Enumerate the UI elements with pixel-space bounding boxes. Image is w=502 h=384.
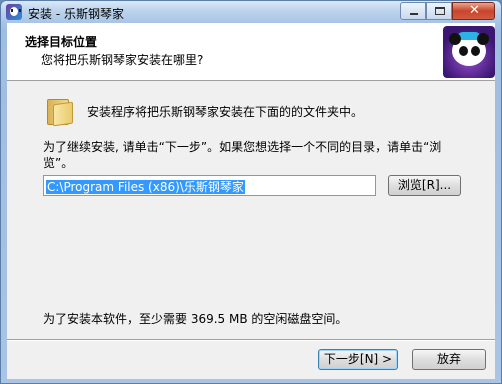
continue-instructions: 为了继续安装, 请单击“下一步”。如果您想选择一个不同的目录，请单击“浏览”。	[43, 140, 442, 170]
panda-eye-left	[459, 46, 468, 56]
panda-logo	[443, 26, 495, 78]
page-title: 选择目标位置	[25, 35, 98, 49]
folder-front	[53, 101, 73, 127]
title-bar[interactable]: 安装 - 乐斯钢琴家 ✕	[1, 1, 501, 23]
next-button[interactable]: 下一步[N] >	[318, 349, 398, 370]
folder-icon	[45, 97, 75, 127]
disk-space-requirement: 为了安装本软件，至少需要 369.5 MB 的空闲磁盘空间。	[43, 312, 348, 326]
footer-divider	[7, 339, 495, 341]
caption-buttons: ✕	[400, 2, 495, 20]
wizard-header: 选择目标位置 您将把乐斯钢琴家安装在哪里?	[7, 23, 495, 81]
minimize-icon	[410, 13, 418, 15]
browse-button[interactable]: 浏览[R]...	[388, 175, 461, 196]
panda-ear-left	[449, 33, 461, 45]
install-location-intro: 安装程序将把乐斯钢琴家安装在下面的的文件夹中。	[87, 105, 364, 119]
close-icon: ✕	[469, 3, 480, 18]
install-path-value: C:\Program Files (x86)\乐斯钢琴家	[46, 180, 245, 194]
page-subtitle: 您将把乐斯钢琴家安装在哪里?	[41, 53, 204, 67]
window-title: 安装 - 乐斯钢琴家	[28, 7, 124, 21]
minimize-button[interactable]	[400, 2, 426, 20]
maximize-button[interactable]	[426, 2, 452, 20]
maximize-icon	[435, 7, 445, 15]
panda-eye-right	[471, 46, 480, 56]
wizard-client-area: 选择目标位置 您将把乐斯钢琴家安装在哪里? 安装程序将把乐斯钢琴家安装在下面的的…	[7, 23, 495, 379]
cancel-button[interactable]: 放弃	[412, 349, 486, 370]
close-button[interactable]: ✕	[452, 2, 495, 20]
panda-ear-right	[477, 33, 489, 45]
install-path-input[interactable]: C:\Program Files (x86)\乐斯钢琴家	[43, 175, 376, 196]
installer-window: 安装 - 乐斯钢琴家 ✕ 选择目标位置 您将把乐斯钢琴家安装在哪里? 安装程序将…	[0, 0, 502, 384]
app-panda-icon	[6, 4, 22, 20]
